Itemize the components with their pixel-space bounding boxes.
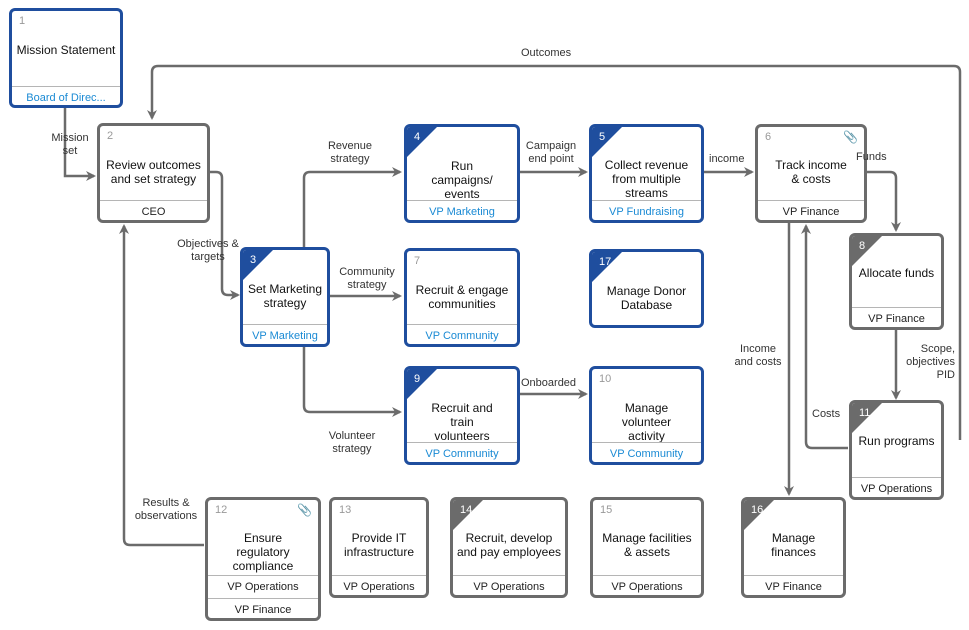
node-title: Manage Donor Database — [606, 284, 687, 312]
node-number: 16 — [751, 504, 764, 516]
process-node-4[interactable]: 4 Run campaigns/ events VP Marketing — [404, 124, 520, 223]
process-node-13[interactable]: 13 Provide IT infrastructure VP Operatio… — [329, 497, 429, 598]
edge-revenue-strategy — [302, 167, 402, 248]
node-number: 10 — [599, 373, 612, 385]
node-title: Recruit and train volunteers — [431, 401, 493, 443]
process-node-5[interactable]: 5 Collect revenue from multiple streams … — [589, 124, 704, 223]
process-node-17[interactable]: 17 Manage Donor Database — [589, 249, 704, 328]
node-role: VP Community — [407, 324, 517, 344]
edge-volunteer-strategy — [302, 346, 402, 417]
process-node-8[interactable]: 8 Allocate funds VP Finance — [849, 233, 944, 330]
node-role: VP Finance — [744, 575, 843, 595]
edge-label-mission-set: Mission set — [51, 132, 89, 157]
corner-flag — [407, 369, 437, 399]
node-title: Manage finances — [771, 531, 816, 559]
node-title: Ensure regulatory compliance — [232, 531, 294, 573]
node-role: VP Finance — [852, 307, 941, 327]
node-title: Collect revenue from multiple streams — [604, 158, 689, 200]
node-title: Manage volunteer activity — [621, 401, 672, 443]
node-role: VP Operations — [593, 575, 701, 595]
edge-label-funds: Funds — [856, 151, 887, 163]
node-number: 7 — [414, 255, 421, 267]
corner-flag — [592, 127, 622, 157]
node-role: VP Operations — [208, 575, 318, 598]
node-number: 9 — [414, 373, 421, 385]
corner-flag — [407, 127, 437, 157]
edge-label-community-strategy: Community strategy — [339, 266, 395, 291]
edge-label-campaign-end-point: Campaign end point — [525, 140, 577, 165]
node-role: VP Fundraising — [592, 200, 701, 220]
edge-label-onboarded: Onboarded — [521, 377, 577, 389]
node-number: 14 — [460, 504, 473, 516]
node-number: 11 — [859, 407, 871, 419]
node-title: Mission Statement — [16, 43, 116, 57]
node-number: 13 — [339, 504, 352, 516]
node-number: 2 — [107, 130, 114, 142]
process-node-6[interactable]: 6 📎 Track income & costs VP Finance — [755, 124, 867, 223]
node-number: 8 — [859, 240, 866, 252]
node-role: VP Operations — [852, 477, 941, 497]
paperclip-icon[interactable]: 📎 — [297, 503, 312, 517]
node-role: VP Operations — [332, 575, 426, 595]
node-role: CEO — [100, 200, 207, 220]
process-node-9[interactable]: 9 Recruit and train volunteers VP Commun… — [404, 366, 520, 465]
node-title: Provide IT infrastructure — [343, 531, 415, 559]
corner-flag — [243, 250, 273, 280]
process-node-16[interactable]: 16 Manage finances VP Finance — [741, 497, 846, 598]
edge-objectives — [208, 170, 240, 300]
node-title: Allocate funds — [858, 266, 935, 280]
node-number: 4 — [414, 131, 421, 143]
edge-label-income: income — [709, 153, 745, 165]
edge-label-revenue-strategy: Revenue strategy — [327, 140, 373, 165]
process-node-1[interactable]: 1 Mission Statement Board of Direc... — [9, 8, 123, 108]
corner-flag — [852, 236, 882, 266]
node-role: VP Marketing — [243, 324, 327, 344]
edge-funds — [866, 170, 901, 232]
node-role: VP Finance — [208, 598, 318, 618]
process-node-3[interactable]: 3 Set Marketing strategy VP Marketing — [240, 247, 330, 347]
node-title: Recruit & engage communities — [415, 283, 509, 311]
node-title: Track income & costs — [775, 158, 847, 186]
edge-label-volunteer-strategy: Volunteer strategy — [328, 430, 376, 455]
node-number: 5 — [599, 131, 606, 143]
edge-label-outcomes: Outcomes — [521, 47, 572, 59]
node-role: VP Finance — [758, 200, 864, 220]
node-number: 17 — [599, 256, 612, 268]
process-node-2[interactable]: 2 Review outcomes and set strategy CEO — [97, 123, 210, 223]
edge-label-income-and-costs: Income and costs — [734, 343, 782, 368]
process-node-14[interactable]: 14 Recruit, develop and pay employees VP… — [450, 497, 568, 598]
edge-label-scope-objectives-pid: Scope, objectives PID — [906, 343, 955, 381]
edge-label-costs: Costs — [812, 408, 841, 420]
node-number: 1 — [19, 15, 26, 27]
paperclip-icon[interactable]: 📎 — [843, 130, 858, 144]
node-number: 6 — [765, 131, 772, 143]
node-title: Manage facilities & assets — [602, 531, 692, 559]
process-node-11[interactable]: 11 Run programs VP Operations — [849, 400, 944, 500]
node-number: 15 — [600, 504, 613, 516]
process-node-7[interactable]: 7 Recruit & engage communities VP Commun… — [404, 248, 520, 347]
node-title: Run campaigns/ events — [431, 159, 493, 201]
process-node-10[interactable]: 10 Manage volunteer activity VP Communit… — [589, 366, 704, 465]
node-role: VP Community — [592, 442, 701, 462]
edge-label-results-observations: Results & observations — [134, 497, 198, 522]
node-role: VP Operations — [453, 575, 565, 595]
process-node-15[interactable]: 15 Manage facilities & assets VP Operati… — [590, 497, 704, 598]
node-role: VP Marketing — [407, 200, 517, 220]
node-role: VP Community — [407, 442, 517, 462]
edge-label-objectives-targets: Objectives & targets — [177, 238, 239, 263]
process-node-12[interactable]: 12 📎 Ensure regulatory compliance VP Ope… — [205, 497, 321, 621]
node-title: Review outcomes and set strategy — [106, 158, 201, 186]
node-title: Set Marketing strategy — [247, 282, 323, 310]
node-title: Run programs — [858, 434, 935, 448]
node-number: 12 — [215, 504, 228, 516]
node-title: Recruit, develop and pay employees — [456, 531, 562, 559]
node-role: Board of Direc... — [12, 86, 120, 105]
node-number: 3 — [250, 254, 257, 266]
